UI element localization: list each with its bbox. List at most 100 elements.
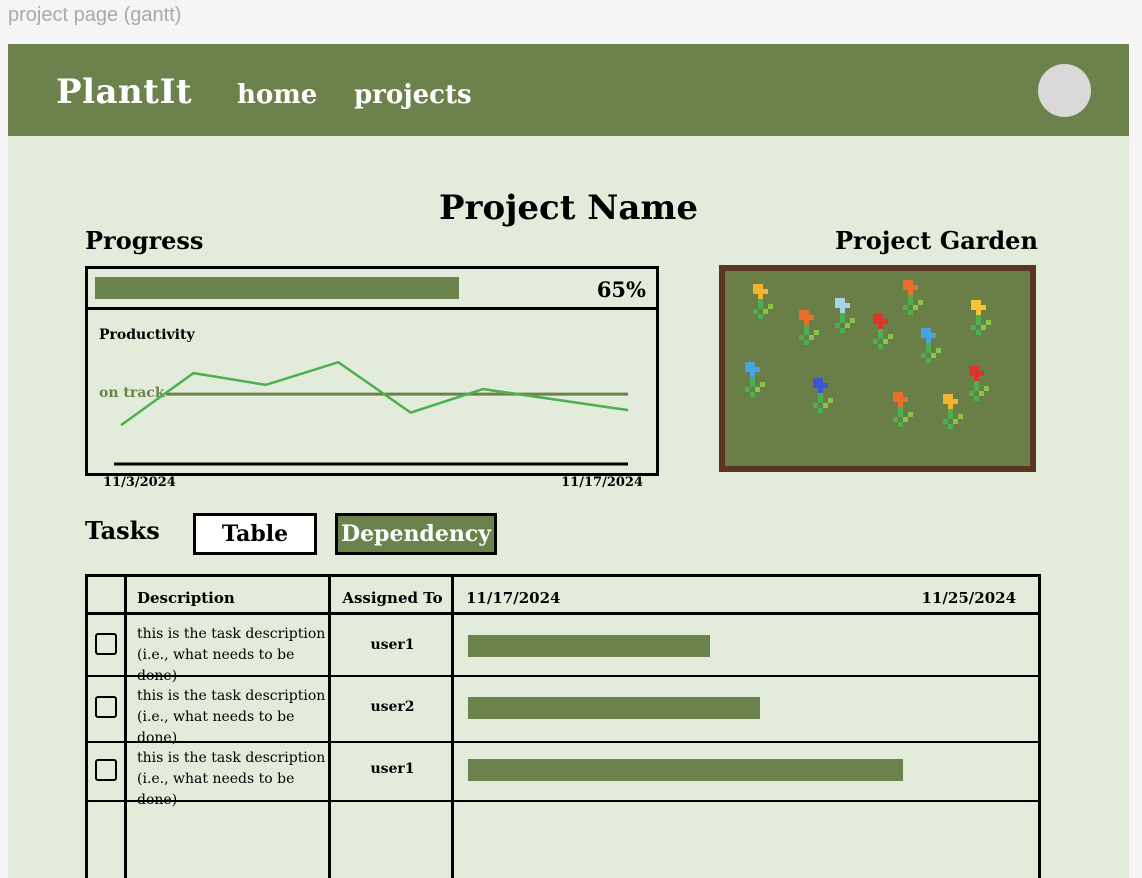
flower-pixel xyxy=(799,310,804,315)
leaf-pixel xyxy=(984,386,989,391)
progress-bar-fill xyxy=(95,277,459,299)
flower-pixel xyxy=(750,372,755,377)
page-title: Project Name xyxy=(438,188,699,228)
stem-pixel xyxy=(908,300,913,305)
task-assignee: user2 xyxy=(370,699,415,715)
flower-pixel xyxy=(953,399,958,404)
flower-pixel xyxy=(755,367,760,372)
progress-bar: 65% xyxy=(88,269,656,310)
garden-title: Project Garden xyxy=(835,226,1038,255)
flower-pixel xyxy=(818,388,823,393)
flower-pixel xyxy=(818,383,823,388)
flower-pixel xyxy=(974,376,979,381)
flower-pixel xyxy=(921,328,926,333)
task-checkbox[interactable] xyxy=(95,759,117,781)
brand-logo[interactable]: PlantIt xyxy=(56,72,192,112)
stem-pixel xyxy=(948,424,953,429)
stem-pixel xyxy=(818,393,823,398)
task-table: Description Assigned To 11/17/2024 11/25… xyxy=(85,574,1041,878)
avatar[interactable] xyxy=(1038,64,1091,117)
flower-pixel xyxy=(948,404,953,409)
leaf-pixel xyxy=(799,335,804,340)
stem-pixel xyxy=(926,358,931,363)
table-row: this is the task description (i.e., what… xyxy=(88,743,1038,808)
leaf-pixel xyxy=(873,339,878,344)
stem-pixel xyxy=(818,408,823,413)
stem-pixel xyxy=(908,310,913,315)
flower-pixel xyxy=(745,367,750,372)
task-assignee: user1 xyxy=(370,637,415,653)
frame-label: project page (gantt) xyxy=(8,4,182,26)
flower-pixel xyxy=(835,298,840,303)
flower-pixel xyxy=(898,397,903,402)
flower-pixel xyxy=(898,402,903,407)
stem-pixel xyxy=(974,396,979,401)
task-description: this is the task description (i.e., what… xyxy=(137,686,327,749)
flower-pixel xyxy=(763,289,768,294)
flower-pixel xyxy=(745,362,750,367)
stem-pixel xyxy=(804,330,809,335)
gantt-bar[interactable] xyxy=(468,635,710,657)
tab-table[interactable]: Table xyxy=(193,513,317,555)
task-description-line: this is the task description xyxy=(137,688,326,704)
stem-pixel xyxy=(953,419,958,424)
flower-pixel xyxy=(878,314,883,319)
flower-pixel xyxy=(971,305,976,310)
stem-pixel xyxy=(750,377,755,382)
header-end-date: 11/25/2024 xyxy=(921,589,1016,607)
flower-pixel xyxy=(804,320,809,325)
progress-percent: 65% xyxy=(596,277,646,302)
header-description: Description xyxy=(137,589,235,607)
flower-pixel xyxy=(908,290,913,295)
header-assigned-to: Assigned To xyxy=(342,589,443,607)
tab-dependency[interactable]: Dependency xyxy=(335,513,497,555)
stem-pixel xyxy=(804,325,809,330)
stem-pixel xyxy=(809,335,814,340)
leaf-pixel xyxy=(986,320,991,325)
flower-pixel xyxy=(878,319,883,324)
on-track-label: on track xyxy=(99,385,165,401)
flower-pixel xyxy=(903,280,908,285)
leaf-pixel xyxy=(943,419,948,424)
stem-pixel xyxy=(974,386,979,391)
stem-pixel xyxy=(840,313,845,318)
flower-pixel xyxy=(818,378,823,383)
project-garden xyxy=(719,265,1036,472)
task-checkbox[interactable] xyxy=(95,633,117,655)
flower-pixel xyxy=(840,303,845,308)
stem-pixel xyxy=(823,403,828,408)
gantt-bar[interactable] xyxy=(468,697,760,719)
flower-pixel xyxy=(913,285,918,290)
flower-pixel xyxy=(758,289,763,294)
leaf-pixel xyxy=(921,353,926,358)
stem-pixel xyxy=(976,315,981,320)
stem-pixel xyxy=(948,409,953,414)
stem-pixel xyxy=(974,381,979,386)
gantt-bar[interactable] xyxy=(468,759,903,781)
flower-pixel xyxy=(840,308,845,313)
flower-pixel xyxy=(926,328,931,333)
flower-pixel xyxy=(750,367,755,372)
stem-pixel xyxy=(981,325,986,330)
leaf-pixel xyxy=(893,417,898,422)
leaf-pixel xyxy=(814,330,819,335)
stem-pixel xyxy=(878,329,883,334)
flower-pixel xyxy=(840,298,845,303)
flower-pixel xyxy=(873,314,878,319)
flower-pixel xyxy=(893,397,898,402)
flower-pixel xyxy=(908,285,913,290)
flower-pixel xyxy=(758,284,763,289)
flower-pixel xyxy=(974,371,979,376)
task-checkbox[interactable] xyxy=(95,696,117,718)
leaf-pixel xyxy=(760,382,765,387)
leaf-pixel xyxy=(908,412,913,417)
leaf-pixel xyxy=(745,387,750,392)
stem-pixel xyxy=(931,353,936,358)
stem-pixel xyxy=(883,339,888,344)
flower-pixel xyxy=(753,284,758,289)
nav-link-home[interactable]: home xyxy=(237,80,317,110)
nav-link-projects[interactable]: projects xyxy=(354,80,472,110)
leaf-pixel xyxy=(753,309,758,314)
stem-pixel xyxy=(763,309,768,314)
flower-pixel xyxy=(976,310,981,315)
